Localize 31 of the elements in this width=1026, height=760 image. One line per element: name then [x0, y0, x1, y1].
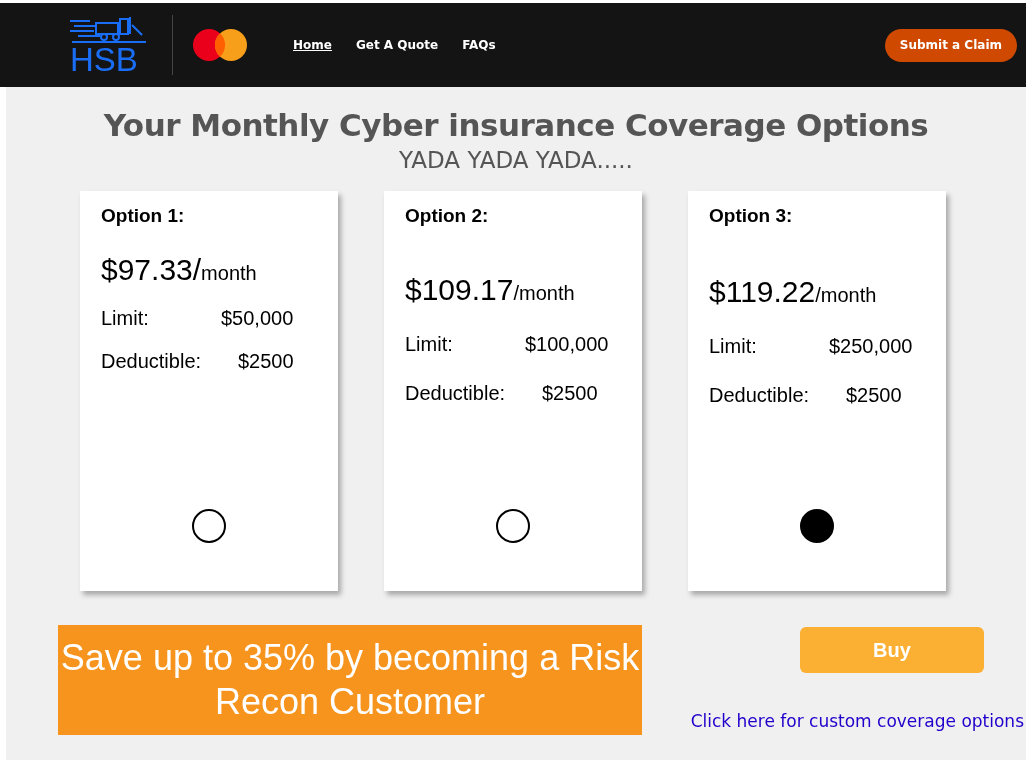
- limit-value: $50,000: [221, 307, 294, 330]
- submit-claim-button[interactable]: Submit a Claim: [884, 28, 1017, 62]
- deductible-label: Deductible:: [405, 382, 507, 405]
- radio-button[interactable]: [192, 509, 226, 543]
- promo-banner: Save up to 35% by becoming a Risk Recon Customer: [58, 625, 642, 735]
- radio-button[interactable]: [496, 509, 530, 543]
- limit-label: Limit:: [101, 307, 150, 330]
- deductible-value: $2500: [238, 350, 294, 373]
- nav-link[interactable]: FAQs: [462, 38, 496, 52]
- option-title: Option 1:: [101, 205, 186, 227]
- page-title: Your Monthly Cyber insurance Coverage Options: [102, 106, 930, 143]
- price-text: $119.22/month: [709, 275, 878, 309]
- deductible-label: Deductible:: [709, 384, 811, 407]
- price-text: $97.33/month: [101, 253, 258, 287]
- option-title: Option 3:: [709, 205, 794, 227]
- page-subtitle: YADA YADA YADA.....: [398, 147, 634, 173]
- custom-coverage-link[interactable]: Click here for custom coverage options: [690, 711, 1024, 731]
- radio-button[interactable]: [800, 509, 834, 543]
- nav-link[interactable]: Home: [293, 38, 332, 52]
- limit-label: Limit:: [405, 333, 454, 356]
- limit-value: $100,000: [525, 333, 609, 356]
- price-text: $109.17/month: [405, 273, 576, 307]
- deductible-value: $2500: [542, 382, 598, 405]
- deductible-label: Deductible:: [101, 350, 203, 373]
- interlocking-circles-logo-icon: [193, 29, 247, 61]
- deductible-value: $2500: [846, 384, 902, 407]
- nav-link[interactable]: Get A Quote: [355, 38, 439, 52]
- limit-value: $250,000: [829, 335, 913, 358]
- option-title: Option 2:: [405, 205, 490, 227]
- logo-text: HSB: [70, 45, 138, 75]
- limit-label: Limit:: [709, 335, 758, 358]
